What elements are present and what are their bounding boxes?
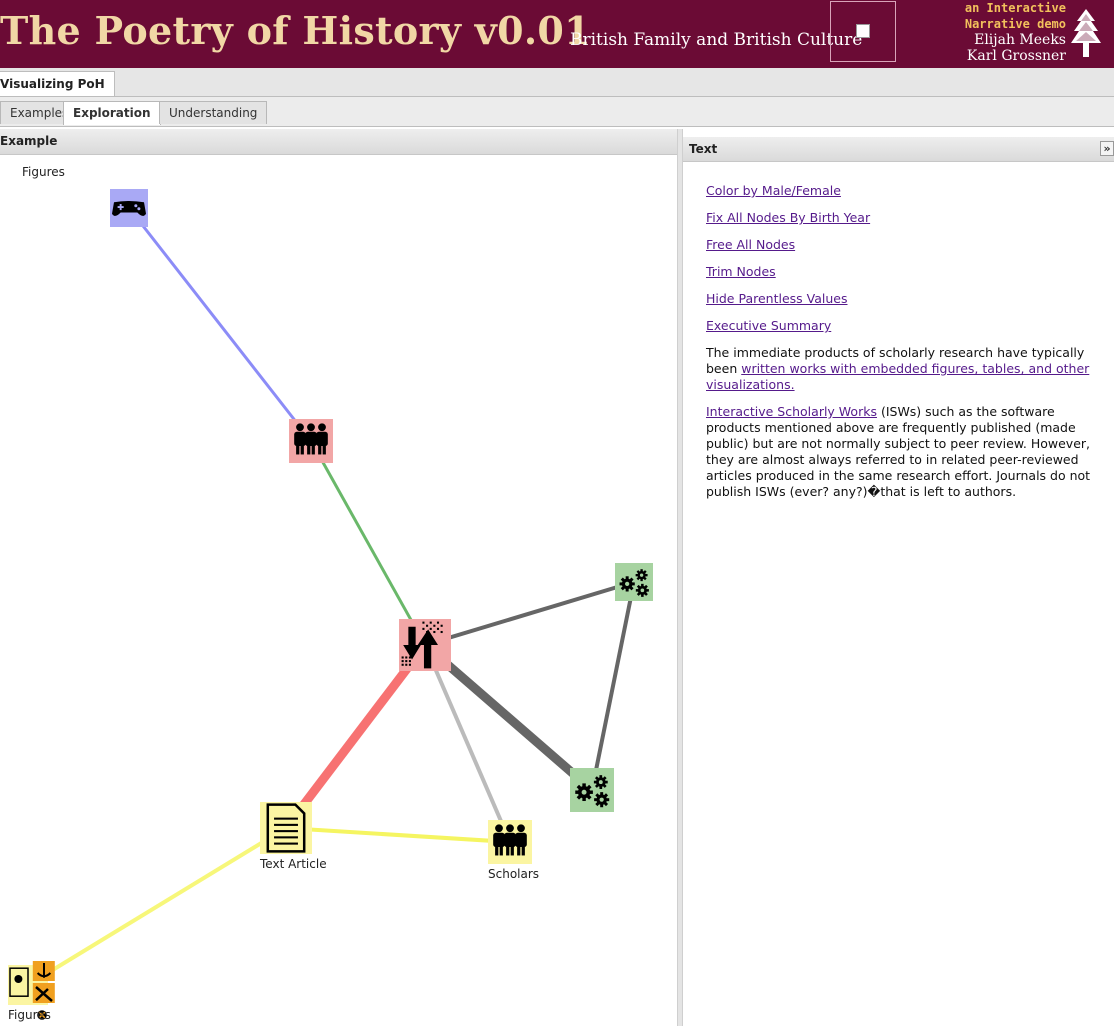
graph-edge-gears1-gears2 [590,581,636,791]
written-works-link[interactable]: written works with embedded figures, tab… [706,361,1089,392]
graph-node-people1[interactable] [289,419,333,463]
fix-nodes-by-birth-year-link[interactable]: Fix All Nodes By Birth Year [706,210,1106,226]
graph-node-box [615,563,653,601]
free-all-nodes-link[interactable]: Free All Nodes [706,237,1106,253]
credit-line-2: Narrative demo [964,17,1066,31]
tab-exploration[interactable]: Exploration [63,101,161,125]
collapse-panel-button[interactable]: » [1100,141,1114,156]
graph-node-scholars[interactable]: Scholars [488,820,539,881]
intro-paragraph: The immediate products of scholarly rese… [706,345,1106,393]
graph-node-gears1[interactable] [615,563,653,601]
graph-caption: Figures [22,165,65,179]
interactive-scholarly-works-link[interactable]: Interactive Scholarly Works [706,404,877,419]
credits: an Interactive Narrative demo Elijah Mee… [965,0,1066,64]
graph-node-gears2[interactable] [570,768,614,812]
hide-parentless-values-link[interactable]: Hide Parentless Values [706,291,1106,307]
site-banner: The Poetry of History v0.01 British Fami… [0,0,1114,68]
main-tab-bar: Visualizing PoH [0,68,1114,97]
site-title: The Poetry of History v0.01 [0,8,591,53]
tab-visualizing-poh[interactable]: Visualizing PoH [0,71,115,96]
graph-node-label: Scholars [488,867,539,881]
graph-edge-hub-gears1 [424,580,635,647]
graph-node-figures[interactable]: Figures [8,961,55,1022]
document-icon [266,803,306,853]
text-panel: Text » Color by Male/Female Fix All Node… [683,129,1114,1026]
example-panel-header: Example [0,129,677,155]
trim-nodes-link[interactable]: Trim Nodes [706,264,1106,280]
graph-edge-game-people1 [127,207,313,442]
graph-node-box [570,768,614,812]
text-panel-header: Text » [683,137,1114,162]
stanford-tree-icon [1068,7,1104,61]
text-panel-title: Text [689,142,718,156]
site-subtitle: British Family and British Culture [570,30,863,50]
author-1: Elijah Meeks [974,32,1066,48]
broken-image-icon [856,24,870,38]
graph-edge-article-figures [26,826,288,987]
graph-edge-hub-article [282,642,429,831]
sub-tab-bar: Examples Exploration Understanding [0,97,1114,127]
network-graph[interactable]: Text Article Scholars Figures Figures [0,129,677,1026]
text-panel-content: Color by Male/Female Fix All Nodes By Bi… [706,183,1106,511]
executive-summary-link[interactable]: Executive Summary [706,318,1106,334]
broken-image-placeholder [830,1,896,62]
isw-paragraph: Interactive Scholarly Works (ISWs) such … [706,404,1106,500]
graph-edge-article-scholars [285,826,511,844]
author-2: Karl Grossner [966,48,1066,64]
graph-edge-hub-scholars [423,644,512,843]
graph-node-label: Text Article [259,857,327,871]
example-panel: Text Article Scholars Figures Figures Exam… [0,129,677,1026]
graph-node-hub[interactable] [399,619,451,671]
graph-node-article[interactable]: Text Article [259,802,327,871]
graph-node-label: Figures [8,1008,51,1022]
graph-edge-people1-hub [309,440,427,646]
credit-line-1: an Interactive [964,1,1066,15]
tab-understanding[interactable]: Understanding [159,101,268,124]
color-by-gender-link[interactable]: Color by Male/Female [706,183,1106,199]
graph-node-game[interactable] [110,189,148,227]
